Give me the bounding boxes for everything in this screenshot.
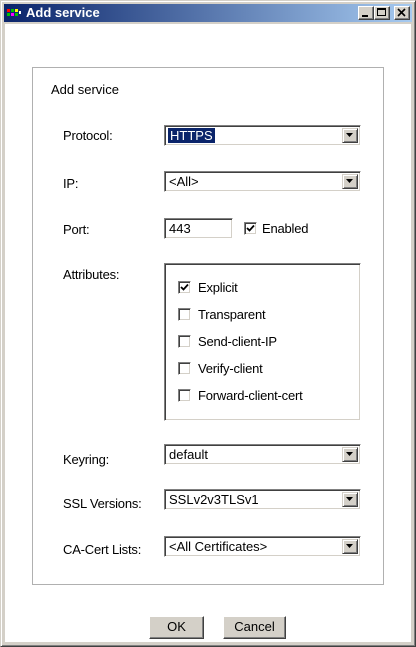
keyring-value: default [169, 447, 209, 462]
protocol-label: Protocol: [63, 128, 113, 143]
title-bar[interactable]: Add service [4, 4, 412, 22]
transparent-checkbox[interactable] [178, 308, 191, 321]
group-legend: Add service [47, 82, 123, 97]
ip-value: <All> [169, 174, 199, 189]
ip-select[interactable]: <All> [164, 171, 361, 192]
checkmark-icon [180, 283, 189, 291]
chevron-down-icon [346, 133, 353, 137]
cancel-button[interactable]: Cancel [223, 616, 286, 639]
ssl-versions-value: SSLv2v3TLSv1 [169, 492, 259, 507]
port-input[interactable]: 443 [164, 218, 233, 239]
ip-label: IP: [63, 176, 79, 191]
window-title: Add service [26, 5, 100, 20]
protocol-select[interactable]: HTTPS [164, 125, 361, 146]
maximize-button[interactable] [374, 6, 390, 20]
keyring-label: Keyring: [63, 452, 110, 467]
chevron-down-icon [346, 544, 353, 548]
enabled-label: Enabled [262, 221, 309, 236]
close-button[interactable] [394, 6, 410, 20]
forward-client-cert-checkbox[interactable] [178, 389, 191, 402]
minimize-button[interactable] [358, 6, 374, 20]
protocol-value: HTTPS [167, 127, 216, 144]
chevron-down-icon [346, 497, 353, 501]
keyring-dropdown-button[interactable] [342, 447, 358, 462]
explicit-label: Explicit [198, 280, 238, 295]
ip-dropdown-button[interactable] [342, 174, 358, 189]
ca-cert-lists-select[interactable]: <All Certificates> [164, 536, 361, 557]
forward-client-cert-label: Forward-client-cert [198, 388, 303, 403]
send-client-ip-checkbox[interactable] [178, 335, 191, 348]
ssl-versions-label: SSL Versions: [63, 496, 142, 511]
chevron-down-icon [346, 179, 353, 183]
port-label: Port: [63, 222, 90, 237]
ca-cert-lists-dropdown-button[interactable] [342, 539, 358, 554]
ca-cert-lists-value: <All Certificates> [169, 539, 268, 554]
verify-client-checkbox[interactable] [178, 362, 191, 375]
ca-cert-lists-label: CA-Cert Lists: [63, 542, 142, 557]
app-icon [7, 9, 21, 16]
keyring-select[interactable]: default [164, 444, 361, 465]
minimize-icon [362, 15, 368, 17]
port-value: 443 [169, 221, 191, 236]
protocol-dropdown-button[interactable] [342, 128, 358, 143]
ok-button[interactable]: OK [149, 616, 204, 639]
close-icon [397, 8, 406, 17]
transparent-label: Transparent [198, 307, 266, 322]
send-client-ip-label: Send-client-IP [198, 334, 277, 349]
verify-client-label: Verify-client [198, 361, 263, 376]
explicit-checkbox[interactable] [178, 281, 191, 294]
ssl-versions-select[interactable]: SSLv2v3TLSv1 [164, 489, 361, 510]
chevron-down-icon [346, 452, 353, 456]
ssl-versions-dropdown-button[interactable] [342, 492, 358, 507]
add-service-window: Add service Add service Protocol: HTTPS [0, 0, 416, 647]
checkmark-icon [246, 224, 255, 232]
maximize-icon [377, 8, 386, 16]
attributes-label: Attributes: [63, 267, 120, 282]
enabled-checkbox[interactable] [244, 222, 257, 235]
